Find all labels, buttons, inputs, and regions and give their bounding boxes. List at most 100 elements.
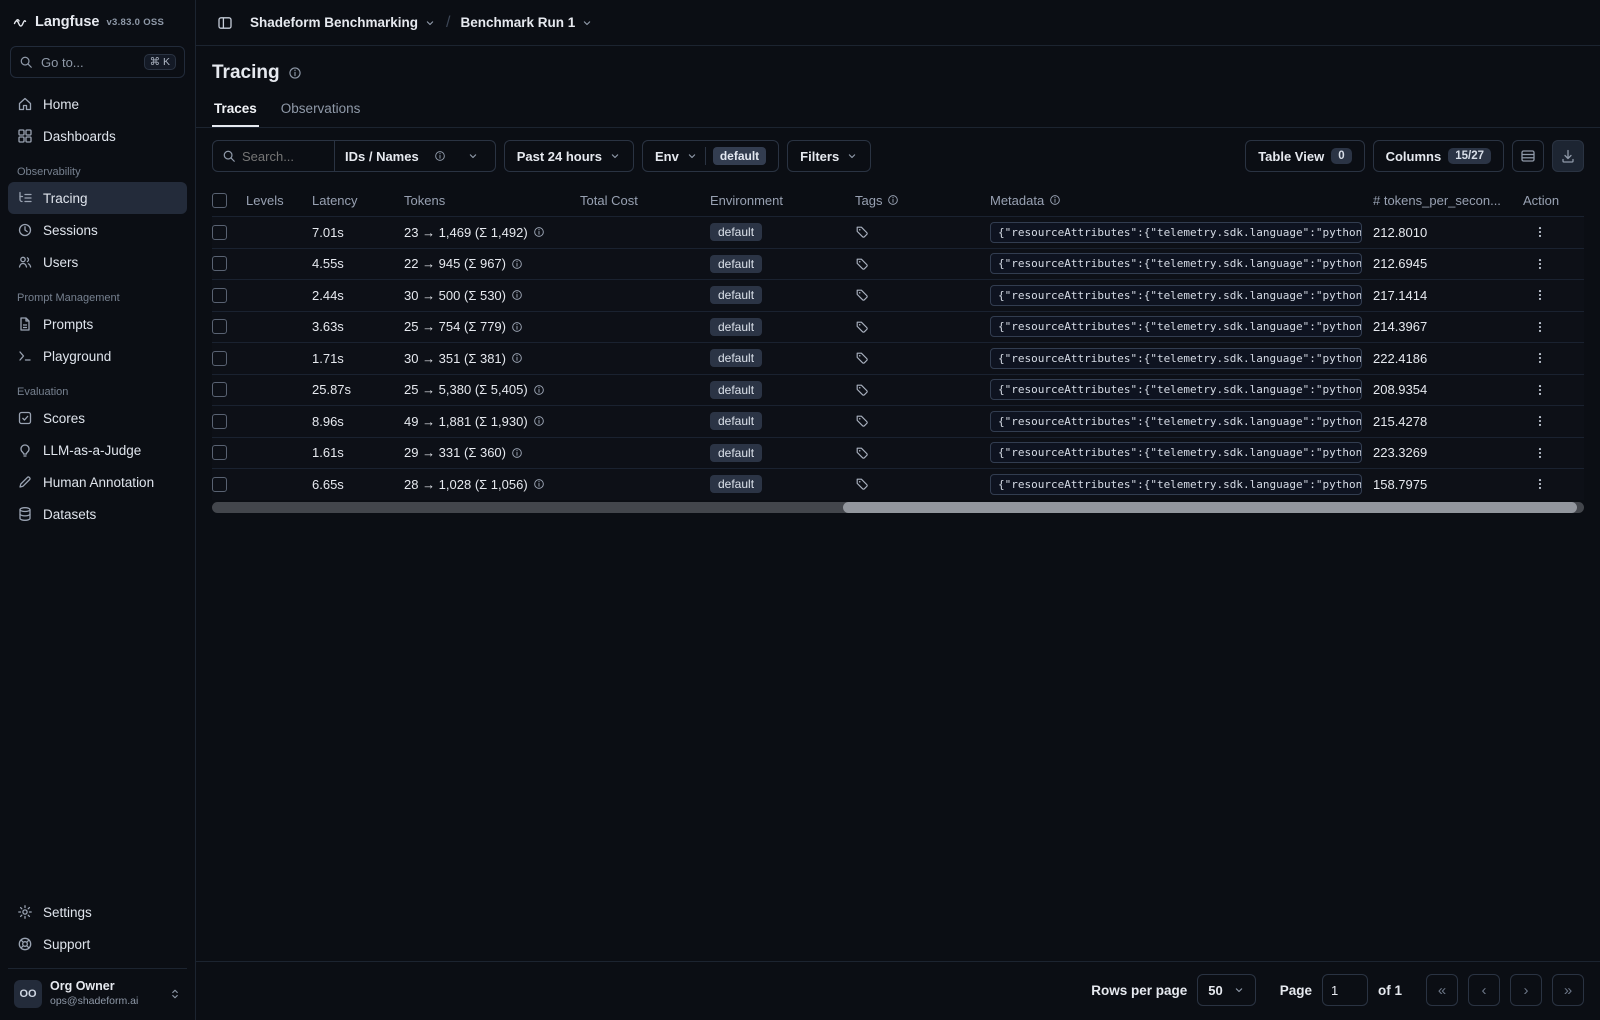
sidebar-item-datasets[interactable]: Datasets bbox=[8, 498, 187, 530]
row-checkbox[interactable] bbox=[212, 476, 227, 492]
sidebar-item-settings[interactable]: Settings bbox=[8, 896, 187, 928]
row-checkbox[interactable] bbox=[212, 445, 227, 461]
column-header-tags[interactable]: Tags bbox=[855, 193, 990, 208]
search-scope-dropdown[interactable]: IDs / Names bbox=[335, 141, 495, 171]
info-icon[interactable] bbox=[533, 384, 545, 396]
sidebar-item-prompts[interactable]: Prompts bbox=[8, 308, 187, 340]
add-tag-button[interactable] bbox=[855, 383, 869, 397]
metadata-value[interactable]: {"resourceAttributes":{"telemetry.sdk.la… bbox=[990, 410, 1362, 432]
row-checkbox[interactable] bbox=[212, 413, 227, 429]
row-actions-button[interactable] bbox=[1523, 223, 1557, 241]
table-row[interactable]: 6.65s 28 → 1,028 (Σ 1,056) default {"res… bbox=[212, 468, 1584, 500]
row-checkbox[interactable] bbox=[212, 382, 227, 398]
rows-per-page-select[interactable]: 50 bbox=[1197, 974, 1256, 1006]
table-row[interactable]: 1.61s 29 → 331 (Σ 360) default {"resourc… bbox=[212, 436, 1584, 468]
column-header-levels[interactable]: Levels bbox=[246, 193, 312, 208]
search-input[interactable] bbox=[242, 148, 334, 164]
column-header-metadata[interactable]: Metadata bbox=[990, 193, 1373, 208]
row-checkbox[interactable] bbox=[212, 350, 227, 366]
metadata-value[interactable]: {"resourceAttributes":{"telemetry.sdk.la… bbox=[990, 221, 1362, 243]
metadata-value[interactable]: {"resourceAttributes":{"telemetry.sdk.la… bbox=[990, 347, 1362, 369]
metadata-value[interactable]: {"resourceAttributes":{"telemetry.sdk.la… bbox=[990, 316, 1362, 338]
add-tag-button[interactable] bbox=[855, 446, 869, 460]
goto-search[interactable]: Go to... ⌘ K bbox=[10, 46, 185, 78]
row-checkbox[interactable] bbox=[212, 319, 227, 335]
add-tag-button[interactable] bbox=[855, 288, 869, 302]
table-row[interactable]: 3.63s 25 → 754 (Σ 779) default {"resourc… bbox=[212, 310, 1584, 342]
next-page-button[interactable]: › bbox=[1510, 974, 1542, 1006]
row-actions-button[interactable] bbox=[1523, 286, 1557, 304]
metadata-value[interactable]: {"resourceAttributes":{"telemetry.sdk.la… bbox=[990, 442, 1362, 464]
info-icon[interactable] bbox=[511, 289, 523, 301]
add-tag-button[interactable] bbox=[855, 225, 869, 239]
metadata-value[interactable]: {"resourceAttributes":{"telemetry.sdk.la… bbox=[990, 379, 1362, 401]
column-header-tokens[interactable]: Tokens bbox=[404, 193, 580, 208]
row-actions-button[interactable] bbox=[1523, 255, 1557, 273]
select-all-checkbox[interactable] bbox=[212, 192, 227, 208]
add-tag-button[interactable] bbox=[855, 477, 869, 491]
metadata-value[interactable]: {"resourceAttributes":{"telemetry.sdk.la… bbox=[990, 284, 1362, 306]
sidebar-item-tracing[interactable]: Tracing bbox=[8, 182, 187, 214]
info-icon[interactable] bbox=[511, 352, 523, 364]
sidebar-item-support[interactable]: Support bbox=[8, 928, 187, 960]
sidebar-item-human-annotation[interactable]: Human Annotation bbox=[8, 466, 187, 498]
sidebar-item-playground[interactable]: Playground bbox=[8, 340, 187, 372]
table-view-button[interactable]: Table View 0 bbox=[1245, 140, 1365, 172]
org-switcher[interactable]: Shadeform Benchmarking bbox=[250, 15, 436, 30]
add-tag-button[interactable] bbox=[855, 320, 869, 334]
sidebar-item-dashboards[interactable]: Dashboards bbox=[8, 120, 187, 152]
info-icon[interactable] bbox=[533, 415, 545, 427]
sidebar-item-scores[interactable]: Scores bbox=[8, 402, 187, 434]
column-header-environment[interactable]: Environment bbox=[710, 193, 855, 208]
row-checkbox[interactable] bbox=[212, 224, 227, 240]
metadata-value[interactable]: {"resourceAttributes":{"telemetry.sdk.la… bbox=[990, 473, 1362, 495]
row-checkbox[interactable] bbox=[212, 287, 227, 303]
page-number-input[interactable] bbox=[1321, 974, 1368, 1006]
sidebar-item-home[interactable]: Home bbox=[8, 88, 187, 120]
row-actions-button[interactable] bbox=[1523, 475, 1557, 493]
row-actions-button[interactable] bbox=[1523, 412, 1557, 430]
sidebar-item-users[interactable]: Users bbox=[8, 246, 187, 278]
last-page-button[interactable]: » bbox=[1552, 974, 1584, 1006]
column-header-total-cost[interactable]: Total Cost bbox=[580, 193, 710, 208]
table-row[interactable]: 1.71s 30 → 351 (Σ 381) default {"resourc… bbox=[212, 342, 1584, 374]
export-button[interactable] bbox=[1552, 140, 1584, 172]
table-row[interactable]: 4.55s 22 → 945 (Σ 967) default {"resourc… bbox=[212, 247, 1584, 279]
row-actions-button[interactable] bbox=[1523, 349, 1557, 367]
info-icon[interactable] bbox=[533, 478, 545, 490]
table-row[interactable]: 8.96s 49 → 1,881 (Σ 1,930) default {"res… bbox=[212, 405, 1584, 437]
add-tag-button[interactable] bbox=[855, 257, 869, 271]
row-height-button[interactable] bbox=[1512, 140, 1544, 172]
tab-observations[interactable]: Observations bbox=[279, 94, 363, 127]
sidebar-item-sessions[interactable]: Sessions bbox=[8, 214, 187, 246]
info-icon[interactable] bbox=[511, 447, 523, 459]
horizontal-scrollbar[interactable] bbox=[212, 501, 1584, 513]
row-actions-button[interactable] bbox=[1523, 444, 1557, 462]
table-row[interactable]: 7.01s 23 → 1,469 (Σ 1,492) default {"res… bbox=[212, 216, 1584, 248]
previous-page-button[interactable]: ‹ bbox=[1468, 974, 1500, 1006]
add-tag-button[interactable] bbox=[855, 351, 869, 365]
column-header-latency[interactable]: Latency bbox=[312, 193, 404, 208]
table-row[interactable]: 25.87s 25 → 5,380 (Σ 5,405) default {"re… bbox=[212, 373, 1584, 405]
env-dropdown[interactable]: Env default bbox=[641, 140, 780, 172]
table-row[interactable]: 2.44s 30 → 500 (Σ 530) default {"resourc… bbox=[212, 279, 1584, 311]
time-range-dropdown[interactable]: Past 24 hours bbox=[503, 140, 634, 172]
add-tag-button[interactable] bbox=[855, 414, 869, 428]
info-icon[interactable] bbox=[533, 226, 545, 238]
columns-button[interactable]: Columns 15/27 bbox=[1372, 140, 1504, 172]
first-page-button[interactable]: « bbox=[1426, 974, 1458, 1006]
project-switcher[interactable]: Benchmark Run 1 bbox=[461, 15, 594, 30]
sidebar-toggle-button[interactable] bbox=[210, 8, 240, 38]
tab-traces[interactable]: Traces bbox=[212, 94, 259, 127]
metadata-value[interactable]: {"resourceAttributes":{"telemetry.sdk.la… bbox=[990, 253, 1362, 275]
info-icon[interactable] bbox=[288, 66, 302, 80]
row-actions-button[interactable] bbox=[1523, 318, 1557, 336]
filters-dropdown[interactable]: Filters bbox=[787, 140, 872, 172]
scrollbar-thumb[interactable] bbox=[843, 501, 1578, 513]
row-actions-button[interactable] bbox=[1523, 381, 1557, 399]
column-header-tokens-per-second[interactable]: # tokens_per_secon... bbox=[1373, 193, 1523, 208]
sidebar-item-llm-as-a-judge[interactable]: LLM-as-a-Judge bbox=[8, 434, 187, 466]
row-checkbox[interactable] bbox=[212, 256, 227, 272]
user-menu[interactable]: OO Org Owner ops@shadeform.ai bbox=[8, 968, 187, 1012]
info-icon[interactable] bbox=[511, 258, 523, 270]
